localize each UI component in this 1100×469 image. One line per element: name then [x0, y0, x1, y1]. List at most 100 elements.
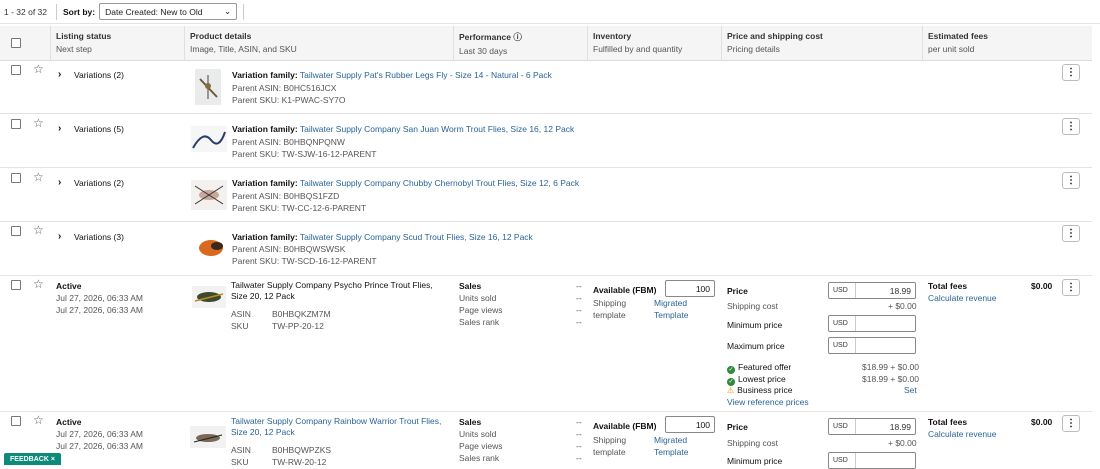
more-actions-button[interactable]: ⋮ [1062, 64, 1080, 81]
col-estimated-fees[interactable]: Estimated fees per unit sold [928, 31, 988, 54]
divider [243, 3, 245, 20]
star-icon[interactable]: ☆ [33, 278, 44, 290]
kebab-icon: ⋮ [1066, 175, 1076, 186]
column-divider [721, 26, 722, 61]
quantity-input[interactable]: 100 [665, 416, 715, 433]
view-reference-prices-link[interactable]: View reference prices [727, 397, 809, 407]
column-divider [184, 26, 185, 61]
parent-sku: Parent SKU: TW-CC-12-6-PARENT [232, 203, 367, 213]
shipping-template-link[interactable]: Migrated [654, 298, 687, 308]
col-listing-status[interactable]: Listing status Next step [56, 31, 111, 54]
column-divider [922, 26, 923, 61]
col-price-shipping[interactable]: Price and shipping cost Pricing details [727, 31, 823, 54]
kebab-icon: ⋮ [1066, 228, 1076, 239]
close-icon[interactable]: × [51, 456, 55, 463]
more-actions-button[interactable]: ⋮ [1062, 172, 1080, 189]
more-actions-button[interactable]: ⋮ [1062, 415, 1080, 432]
maximum-price-input[interactable]: USD [828, 337, 916, 354]
column-divider [453, 26, 454, 61]
row-checkbox[interactable] [11, 416, 21, 426]
star-icon[interactable]: ☆ [33, 63, 44, 75]
parent-asin: Parent ASIN: B0HBQWSWSK [232, 244, 346, 254]
row-checkbox[interactable] [11, 280, 21, 290]
sort-select[interactable]: Date Created: New to Old ⌄ [99, 3, 238, 20]
price-input[interactable]: USD 18.99 [828, 418, 916, 435]
kebab-icon: ⋮ [1066, 121, 1076, 132]
chevron-right-icon[interactable]: › [58, 123, 61, 134]
minimum-price-input[interactable]: USD [828, 315, 916, 332]
sort-select-value: Date Created: New to Old [105, 6, 203, 17]
kebab-icon: ⋮ [1066, 418, 1076, 429]
result-count: 1 - 32 of 32 [4, 6, 48, 17]
variations-toggle[interactable]: Variations (2) [74, 70, 124, 80]
table-row: ☆ › Variations (2) Variation family: Tai… [0, 168, 1092, 222]
product-image[interactable] [191, 180, 227, 210]
business-price-set-link[interactable]: Set [904, 385, 917, 395]
variations-toggle[interactable]: Variations (3) [74, 232, 124, 242]
calculate-revenue-link[interactable]: Calculate revenue [928, 293, 997, 303]
product-image[interactable] [192, 286, 226, 308]
star-icon[interactable]: ☆ [33, 414, 44, 426]
product-title-link[interactable]: Tailwater Supply Company Psycho Prince T… [231, 280, 449, 302]
status-badge: Active [56, 417, 82, 427]
variation-family-link[interactable]: Tailwater Supply Pat's Rubber Legs Fly -… [300, 70, 552, 80]
table-header: Listing status Next step Product details… [0, 26, 1092, 61]
row-checkbox[interactable] [11, 119, 21, 129]
shipping-template-link[interactable]: Template [654, 447, 689, 457]
chevron-right-icon[interactable]: › [58, 231, 61, 242]
more-actions-button[interactable]: ⋮ [1062, 118, 1080, 135]
asin-value: B0HBQKZM7M [272, 309, 331, 319]
chevron-down-icon: ⌄ [224, 6, 232, 16]
product-image[interactable] [195, 69, 221, 105]
col-performance[interactable]: Performance ⓘ Last 30 days [459, 31, 522, 56]
row-checkbox[interactable] [11, 173, 21, 183]
product-image[interactable] [191, 126, 227, 152]
variations-toggle[interactable]: Variations (2) [74, 178, 124, 188]
variation-family-link[interactable]: Tailwater Supply Company Chubby Chernoby… [300, 178, 579, 188]
kebab-icon: ⋮ [1066, 282, 1076, 293]
status-badge: Active [56, 281, 82, 291]
chevron-right-icon[interactable]: › [58, 69, 61, 80]
kebab-icon: ⋮ [1066, 67, 1076, 78]
star-icon[interactable]: ☆ [33, 117, 44, 129]
shipping-cost-value: + $0.00 [888, 301, 917, 311]
results-toolbar: 1 - 32 of 32 Sort by: Date Created: New … [0, 0, 1100, 24]
star-icon[interactable]: ☆ [33, 224, 44, 236]
variation-family-link[interactable]: Tailwater Supply Company San Juan Worm T… [300, 124, 574, 134]
star-icon[interactable]: ☆ [33, 171, 44, 183]
quantity-input[interactable]: 100 [665, 280, 715, 297]
shipping-template-link[interactable]: Template [654, 310, 689, 320]
shipping-template-link[interactable]: Migrated [654, 435, 687, 445]
row-checkbox[interactable] [11, 65, 21, 75]
select-all-checkbox[interactable] [11, 38, 21, 48]
col-inventory[interactable]: Inventory Fulfilled by and quantity [593, 31, 682, 54]
info-icon[interactable]: ⓘ [513, 32, 522, 42]
parent-sku: Parent SKU: K1-PWAC-SY7O [232, 95, 346, 105]
minimum-price-input[interactable]: USD [828, 452, 916, 469]
variations-toggle[interactable]: Variations (5) [74, 124, 124, 134]
divider [56, 3, 57, 20]
table-row: ☆ Active Jul 27, 2026, 06:33 AM Jul 27, … [0, 412, 1092, 469]
sku-value: TW-PP-20-12 [272, 321, 324, 331]
table-row: ☆ › Variations (3) Variation family: Tai… [0, 222, 1092, 276]
feedback-button[interactable]: FEEDBACK × [4, 453, 61, 465]
parent-sku: Parent SKU: TW-SCD-16-12-PARENT [232, 256, 377, 266]
shipping-cost-value: + $0.00 [888, 438, 917, 448]
date-created: Jul 27, 2026, 06:33 AM [56, 429, 143, 439]
fees-value: $0.00 [1031, 281, 1053, 291]
variation-family-link[interactable]: Tailwater Supply Company Scud Trout Flie… [300, 232, 533, 242]
product-image[interactable] [190, 426, 226, 448]
price-input[interactable]: USD 18.99 [828, 282, 916, 299]
more-actions-button[interactable]: ⋮ [1062, 279, 1080, 296]
product-image[interactable] [195, 234, 227, 260]
more-actions-button[interactable]: ⋮ [1062, 225, 1080, 242]
calculate-revenue-link[interactable]: Calculate revenue [928, 429, 997, 439]
date-created: Jul 27, 2026, 06:33 AM [56, 293, 143, 303]
parent-asin: Parent ASIN: B0HBQS1FZD [232, 191, 340, 201]
date-updated: Jul 27, 2026, 06:33 AM [56, 441, 143, 451]
col-product-details[interactable]: Product details Image, Title, ASIN, and … [190, 31, 297, 54]
product-title-link[interactable]: Tailwater Supply Company Rainbow Warrior… [231, 416, 449, 438]
row-checkbox[interactable] [11, 226, 21, 236]
asin-value: B0HBQWPZKS [272, 445, 332, 455]
chevron-right-icon[interactable]: › [58, 177, 61, 188]
